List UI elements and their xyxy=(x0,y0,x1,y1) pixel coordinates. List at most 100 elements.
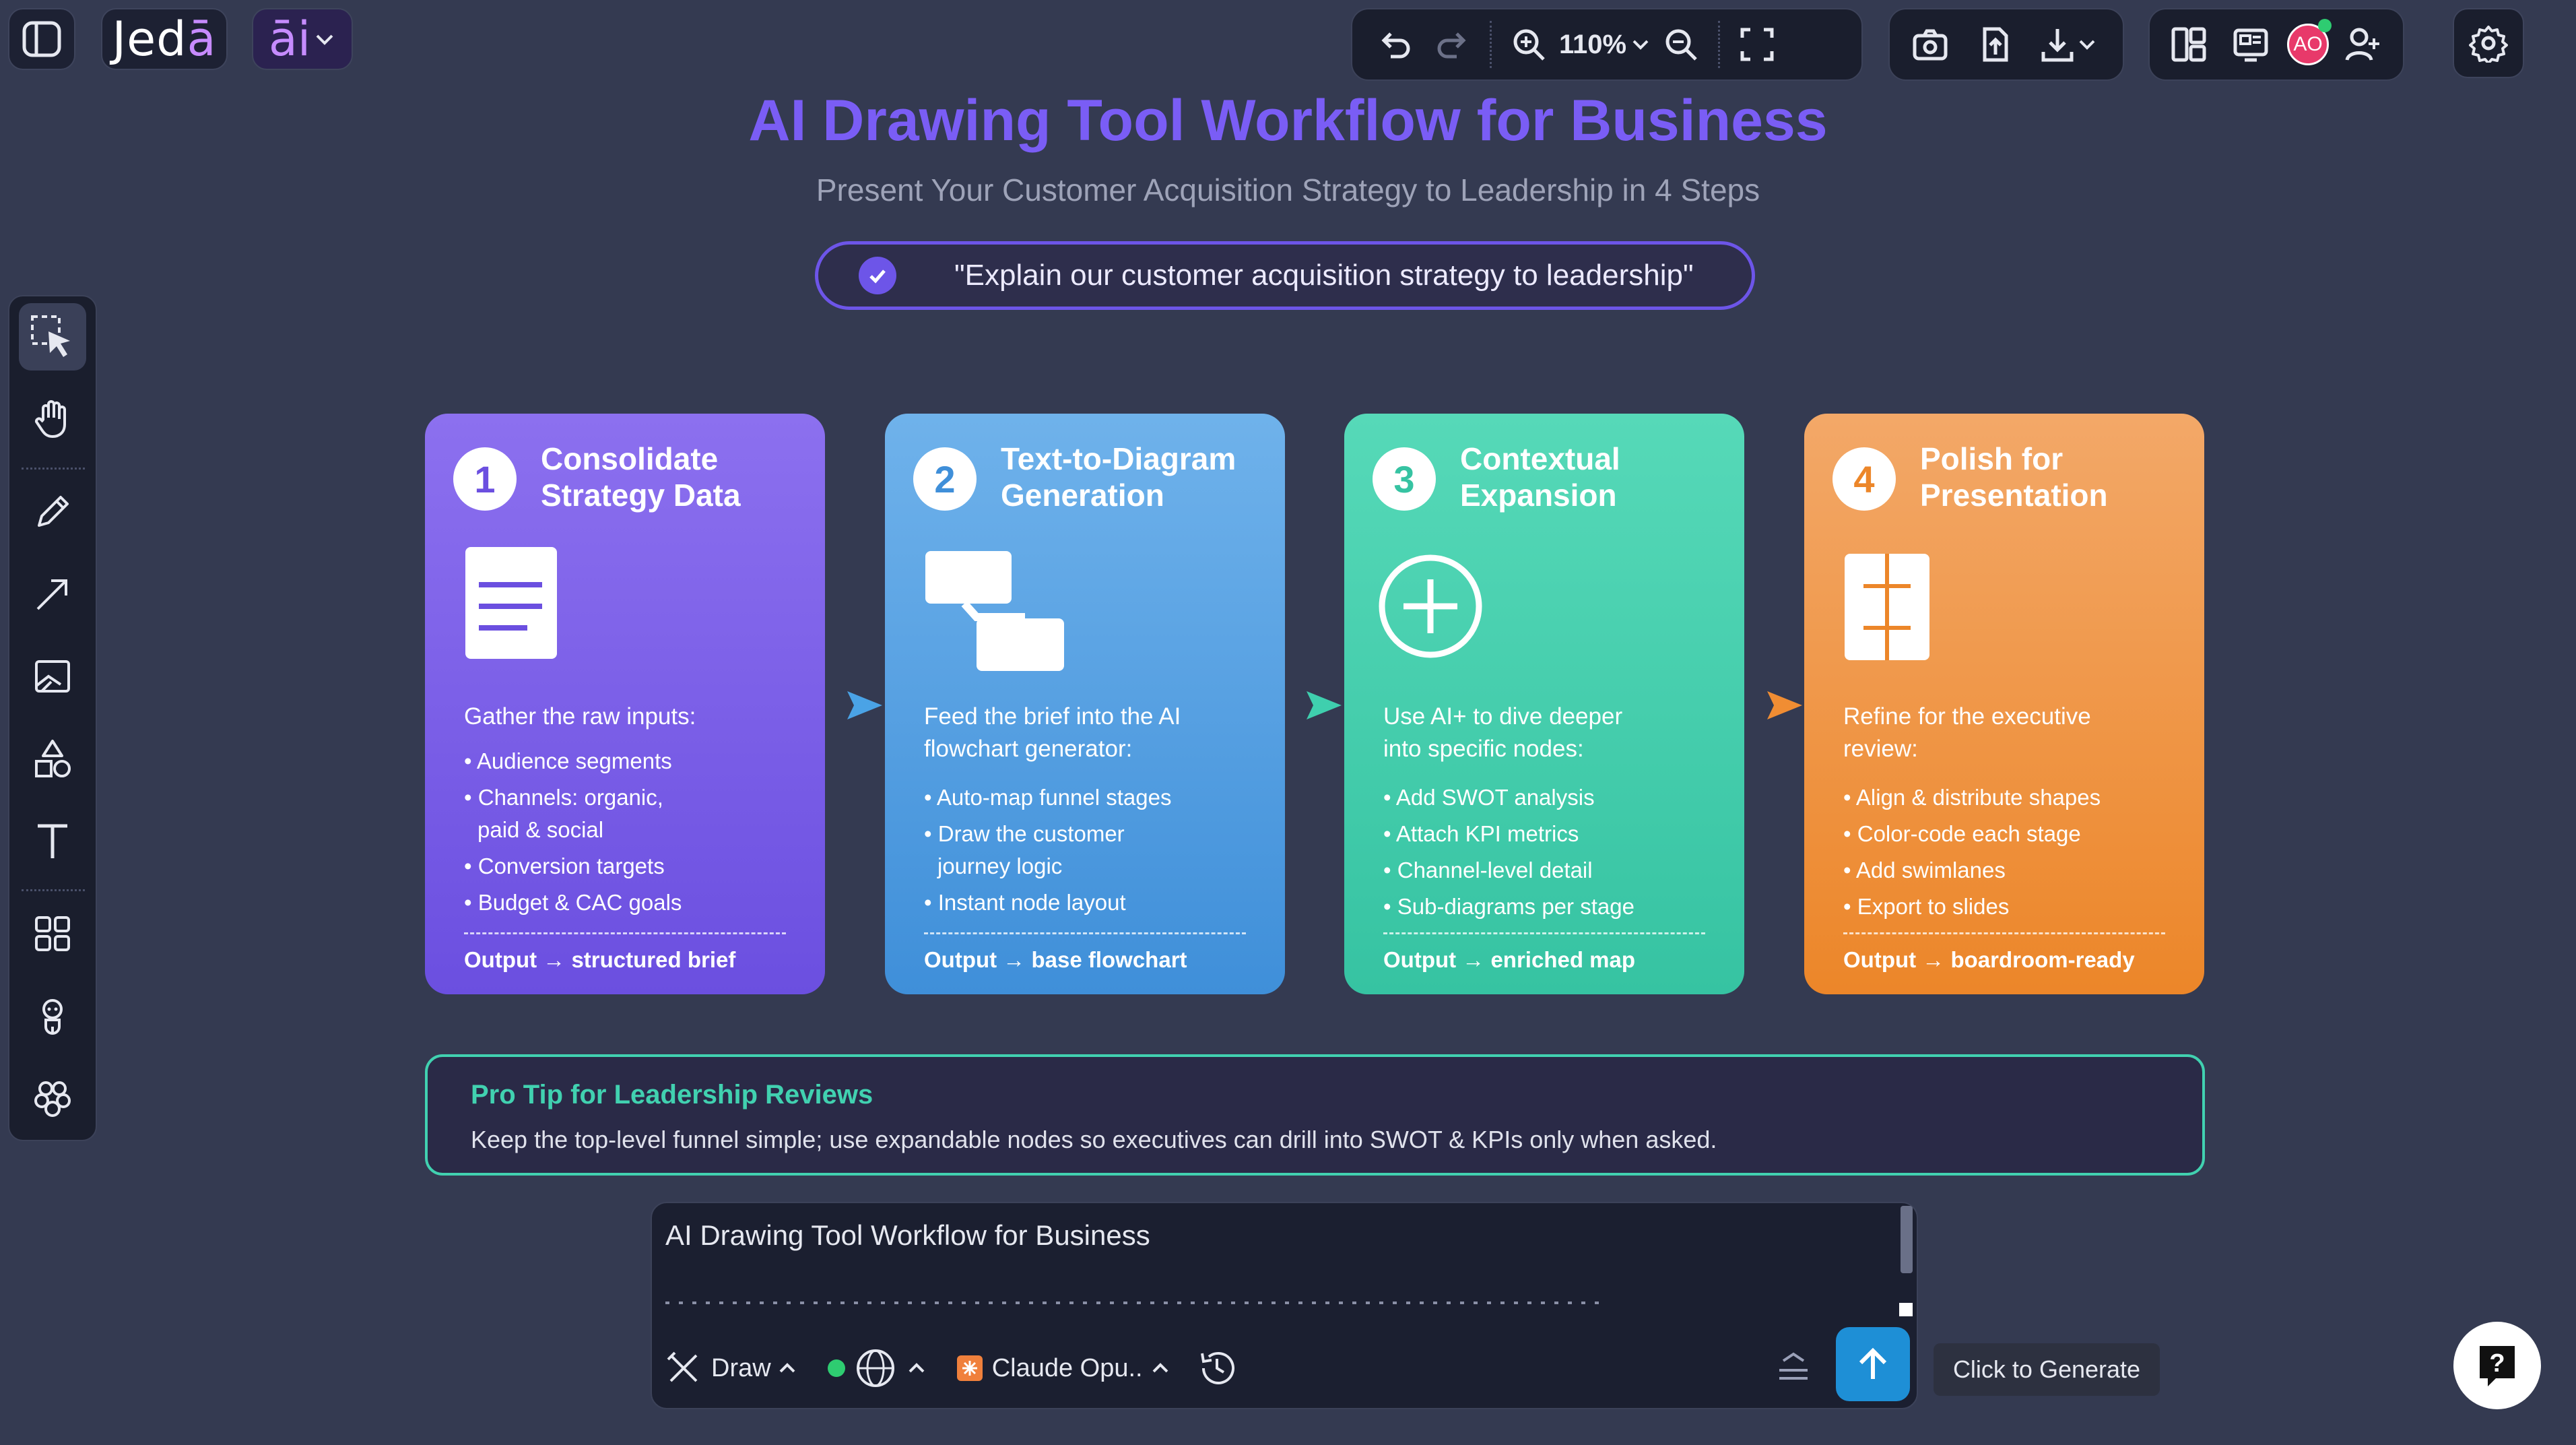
layout-panel-icon xyxy=(2171,27,2206,62)
chevron-down-icon xyxy=(316,34,333,45)
invite-user-button[interactable] xyxy=(2334,9,2391,79)
step-card-2[interactable]: 2 Text-to-Diagram Generation Feed the br… xyxy=(885,414,1285,994)
arrow-right-icon xyxy=(847,691,882,719)
list-item: Audience segments xyxy=(464,745,807,777)
step-card-3[interactable]: 3 Contextual Expansion Use AI+ to dive d… xyxy=(1344,414,1744,994)
ai-label: āi xyxy=(268,11,311,67)
mode-dropdown[interactable]: Draw xyxy=(665,1350,798,1386)
app-logo[interactable]: Jedā xyxy=(101,8,228,70)
web-search-toggle[interactable] xyxy=(827,1347,927,1389)
step-lead: Use AI+ to dive deeper into specific nod… xyxy=(1383,703,1623,762)
file-upload-icon xyxy=(1983,27,2008,62)
text-icon xyxy=(38,824,67,858)
flowchart-icon xyxy=(924,546,1072,680)
draw-tools-icon xyxy=(667,1351,698,1382)
help-icon: ? xyxy=(2480,1346,2515,1386)
generate-button[interactable] xyxy=(1836,1327,1910,1401)
prompt-pill[interactable]: "Explain our customer acquisition strate… xyxy=(815,241,1755,310)
list-item: Export to slides xyxy=(1843,891,2187,923)
gear-icon xyxy=(2469,26,2508,63)
zoom-in-button[interactable] xyxy=(1500,9,1558,79)
sidebar-toggle-button[interactable] xyxy=(8,8,75,70)
collab-toolbar: AO xyxy=(2148,8,2404,81)
camera-icon xyxy=(1913,29,1948,61)
list-item: Channel-level detail xyxy=(1383,854,1727,887)
arrow-tool[interactable] xyxy=(19,560,86,628)
shapes-tool[interactable] xyxy=(19,725,86,792)
fit-to-screen-button[interactable] xyxy=(1728,9,1786,79)
logo-text: Jed xyxy=(112,11,187,67)
divider xyxy=(1383,932,1705,934)
text-tool[interactable] xyxy=(19,807,86,874)
arrow-right-icon xyxy=(1307,691,1342,719)
pro-tip-text: Keep the top-level funnel simple; use ex… xyxy=(471,1126,1717,1153)
model-dropdown[interactable]: Claude Opu.. xyxy=(956,1354,1171,1383)
page-title[interactable]: AI Drawing Tool Workflow for Business xyxy=(0,88,2576,154)
collapse-button[interactable] xyxy=(1774,1347,1813,1386)
step-output: Output → base flowchart xyxy=(924,947,1187,972)
ai-assistant-tool[interactable] xyxy=(19,982,86,1050)
presentation-button[interactable] xyxy=(2220,9,2282,79)
step-card-4[interactable]: 4 Polish for Presentation Refine for the… xyxy=(1804,414,2204,994)
download-dropdown[interactable] xyxy=(2027,9,2108,79)
hand-tool[interactable] xyxy=(19,385,86,453)
divider xyxy=(1843,932,2165,934)
panel-icon xyxy=(22,21,61,57)
upload-button[interactable] xyxy=(1962,9,2027,79)
grid-icon xyxy=(35,916,70,951)
plugins-tool[interactable] xyxy=(19,1064,86,1132)
prompt-input[interactable]: AI Drawing Tool Workflow for Business xyxy=(665,1219,1150,1252)
step-title: Polish for Presentation xyxy=(1920,441,2108,513)
chevron-down-icon xyxy=(2079,40,2095,50)
step-number: 3 xyxy=(1373,447,1436,511)
step-lead: Gather the raw inputs: xyxy=(464,703,696,730)
add-user-icon xyxy=(2345,28,2379,61)
list-item: Add swimlanes xyxy=(1843,854,2187,887)
step-card-1[interactable]: 1 Consolidate Strategy Data Gather the r… xyxy=(425,414,825,994)
list-item: Color-code each stage xyxy=(1843,818,2187,850)
divider xyxy=(22,468,85,470)
select-tool[interactable] xyxy=(19,303,86,371)
pencil-tool[interactable] xyxy=(19,478,86,546)
ai-menu-button[interactable]: āi xyxy=(252,8,353,70)
plus-circle-icon xyxy=(1377,552,1484,660)
history-icon xyxy=(1200,1351,1234,1384)
undo-button[interactable] xyxy=(1366,9,1424,79)
help-button[interactable]: ? xyxy=(2453,1322,2541,1409)
settings-button[interactable] xyxy=(2453,8,2524,78)
resize-handle[interactable] xyxy=(1899,1303,1913,1316)
divider xyxy=(464,932,786,934)
page-subtitle[interactable]: Present Your Customer Acquisition Strate… xyxy=(0,172,2576,208)
list-item: Align & distribute shapes xyxy=(1843,781,2187,814)
zoom-out-button[interactable] xyxy=(1652,9,1710,79)
document-icon xyxy=(464,546,558,660)
step-title: Consolidate Strategy Data xyxy=(541,441,741,513)
generate-tooltip: Click to Generate xyxy=(1934,1343,2160,1396)
scrollbar[interactable] xyxy=(1901,1206,1913,1273)
robot-icon xyxy=(42,999,63,1035)
zoom-level: 110% xyxy=(1558,29,1627,59)
screenshot-button[interactable] xyxy=(1898,9,1962,79)
templates-tool[interactable] xyxy=(19,900,86,967)
prompt-text: "Explain our customer acquisition strate… xyxy=(954,259,1694,292)
shapes-icon xyxy=(35,740,71,777)
layout-panel-button[interactable] xyxy=(2158,9,2220,79)
pencil-icon xyxy=(38,496,69,527)
chevron-down-icon xyxy=(1632,40,1649,50)
avatar-initials: AO xyxy=(2293,33,2323,55)
history-button[interactable] xyxy=(1195,1347,1239,1390)
redo-button[interactable] xyxy=(1424,9,1482,79)
user-avatar[interactable]: AO xyxy=(2282,9,2334,79)
left-toolbar xyxy=(8,295,97,1141)
composer-controls: Draw Claude Opu.. xyxy=(665,1338,1239,1399)
frame-tool[interactable] xyxy=(19,643,86,710)
arrow-right-icon xyxy=(1767,691,1802,719)
prompt-composer[interactable]: AI Drawing Tool Workflow for Business Dr… xyxy=(651,1202,1918,1409)
list-item: Attach KPI metrics xyxy=(1383,818,1727,850)
fullscreen-icon xyxy=(1740,28,1774,61)
step-number: 2 xyxy=(913,447,977,511)
pro-tip-box[interactable]: Pro Tip for Leadership Reviews Keep the … xyxy=(425,1054,2205,1176)
logo-accent: ā xyxy=(187,11,217,67)
hand-icon xyxy=(35,400,66,438)
zoom-level-dropdown[interactable]: 110% xyxy=(1558,9,1652,79)
